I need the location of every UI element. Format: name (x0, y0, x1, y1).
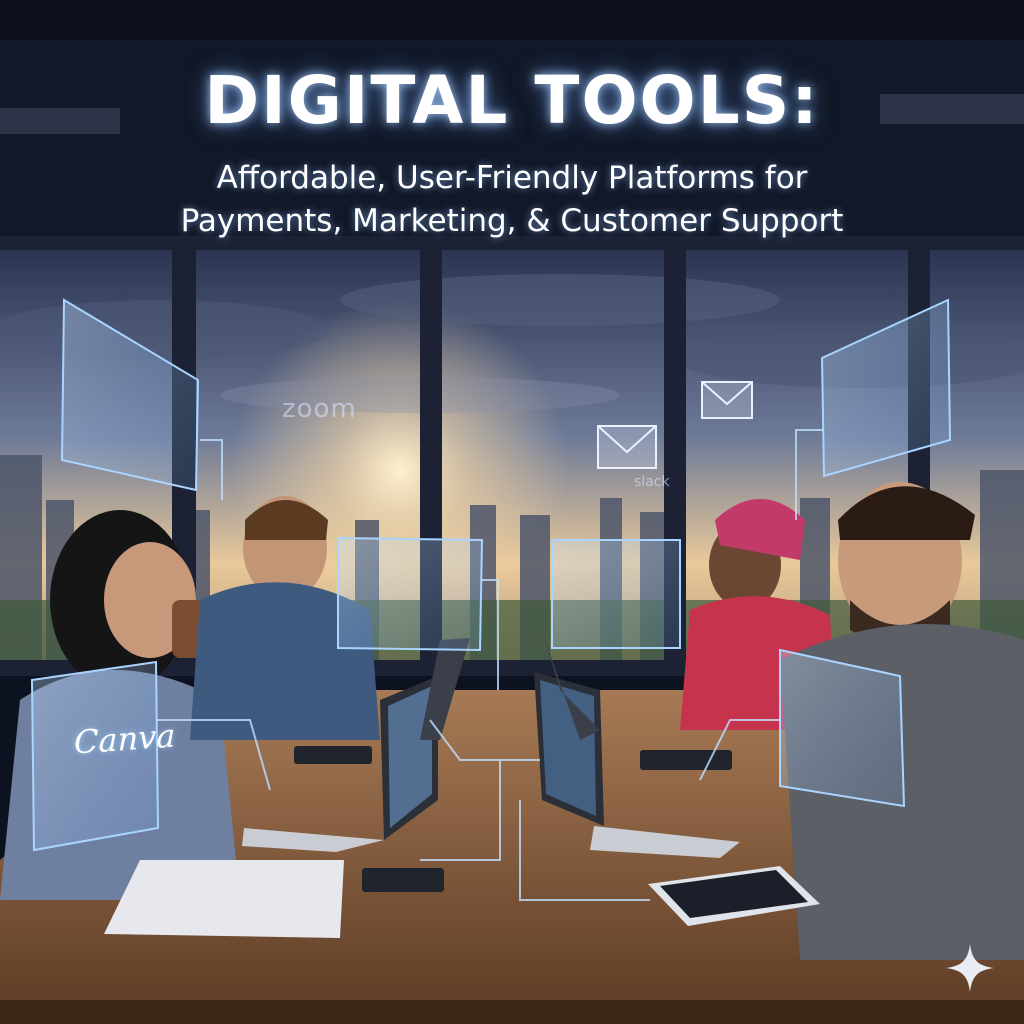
background-illustration (0, 0, 1024, 1024)
scene: DIGITAL TOOLS: Affordable, User-Friendly… (0, 0, 1024, 1024)
slack-label: slack (634, 474, 670, 490)
sparkle-icon (946, 944, 994, 992)
poster-title: DIGITAL TOOLS: (204, 62, 820, 139)
poster-subtitle-line1: Affordable, User-Friendly Platforms for (216, 160, 808, 196)
zoom-label: zoom (282, 394, 357, 424)
poster-subtitle-line2: Payments, Marketing, & Customer Support (180, 203, 844, 239)
canva-label: Canva (74, 716, 176, 762)
